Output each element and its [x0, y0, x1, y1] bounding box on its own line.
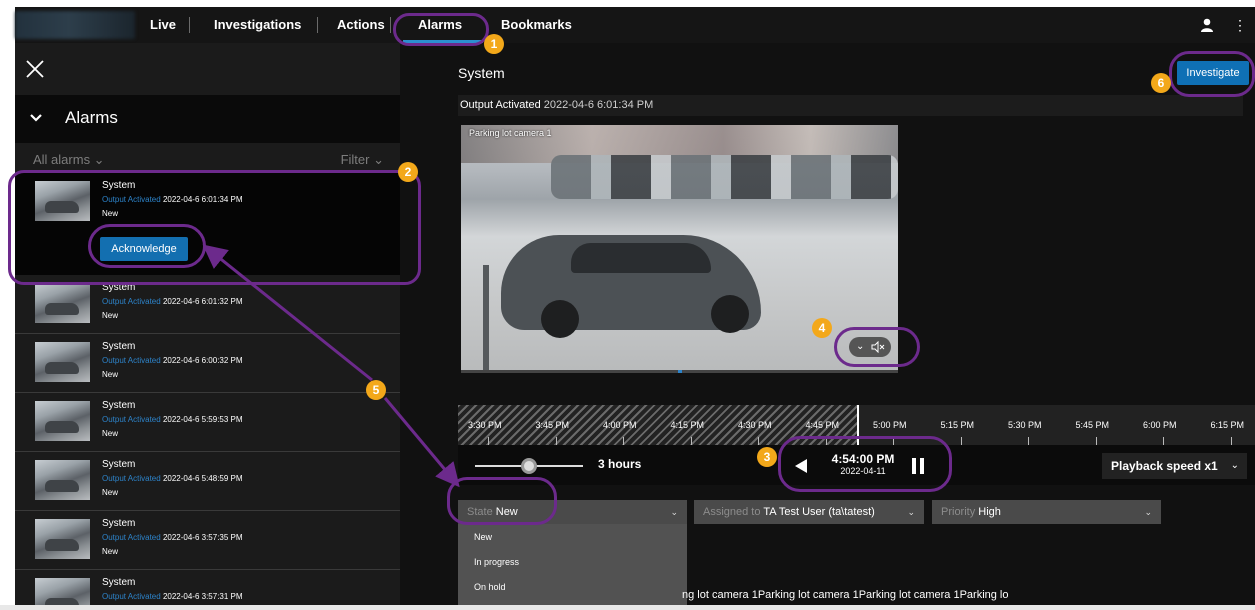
annotation-badge: 3 — [757, 447, 777, 467]
annotation-badge: 1 — [484, 34, 504, 54]
annotation-ring — [1169, 51, 1255, 97]
annotation-arrows — [202, 244, 460, 488]
arrow-to-state — [383, 397, 460, 488]
annotation-ring — [834, 327, 920, 367]
annotation-ring — [447, 477, 557, 525]
annotation-ring — [778, 436, 952, 492]
annotation-badge: 4 — [812, 318, 832, 338]
annotation-ring — [8, 170, 421, 285]
annotation-badge: 5 — [366, 380, 386, 400]
annotation-badge: 6 — [1151, 73, 1171, 93]
annotation-ring — [393, 13, 489, 46]
app-root: Live Investigations Actions Alarms Bookm… — [0, 0, 1255, 610]
annotation-badge: 2 — [398, 162, 418, 182]
annotation-ring — [88, 224, 206, 268]
